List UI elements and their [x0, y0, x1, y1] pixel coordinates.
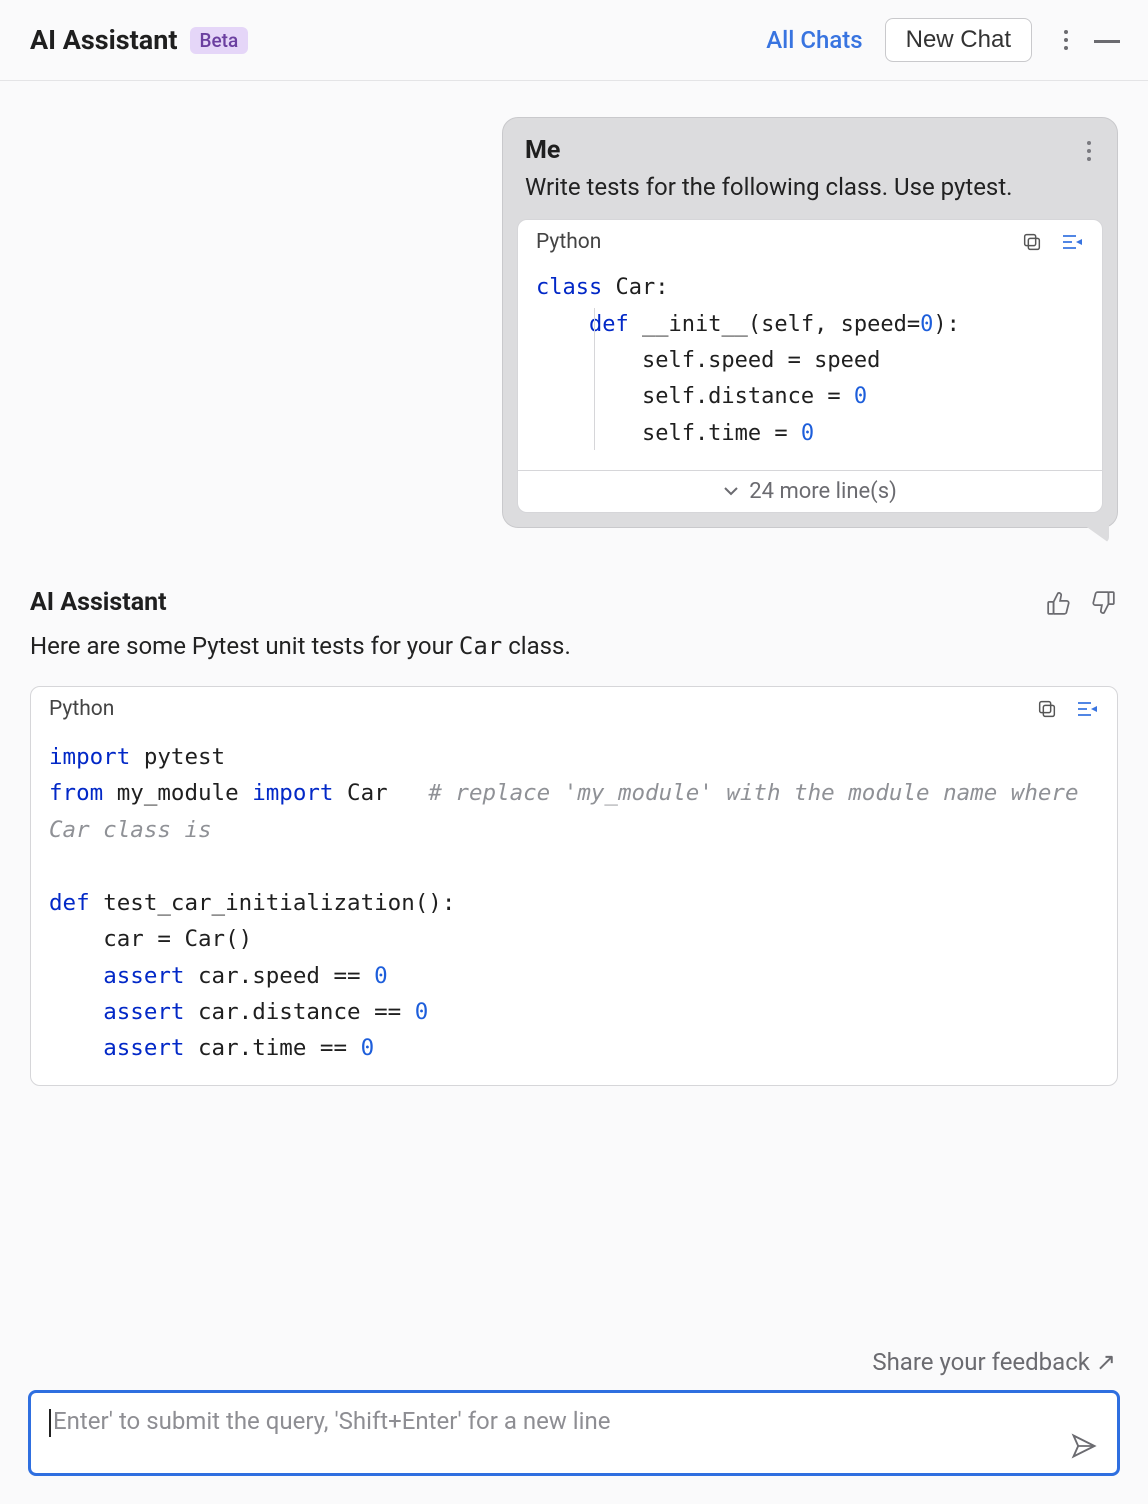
- assistant-sender-label: AI Assistant: [30, 588, 167, 617]
- beta-badge: Beta: [190, 27, 249, 54]
- share-feedback-link[interactable]: Share your feedback ↗: [28, 1334, 1120, 1390]
- input-placeholder: Enter' to submit the query, 'Shift+Enter…: [53, 1407, 610, 1435]
- assistant-message: AI Assistant Here are some Pytest unit t…: [30, 588, 1118, 1086]
- insert-icon[interactable]: [1060, 230, 1084, 254]
- insert-icon[interactable]: [1075, 697, 1099, 721]
- message-kebab-icon[interactable]: [1083, 137, 1095, 165]
- app-title: AI Assistant: [30, 24, 178, 56]
- all-chats-link[interactable]: All Chats: [766, 26, 862, 54]
- expand-code-button[interactable]: 24 more line(s): [518, 470, 1102, 512]
- code-block: Python import pytest from my_module impo…: [30, 686, 1118, 1086]
- code-content: import pytest from my_module import Car …: [31, 731, 1117, 1085]
- thumbs-down-icon[interactable]: [1088, 588, 1118, 618]
- minimize-icon[interactable]: [1094, 40, 1120, 43]
- code-block: Python class Car: def __init__(self, spe…: [517, 219, 1103, 512]
- code-content: class Car: def __init__(self, speed=0): …: [518, 264, 1102, 469]
- header: AI Assistant Beta All Chats New Chat: [0, 0, 1148, 81]
- user-message: Me Write tests for the following class. …: [502, 117, 1118, 528]
- chevron-down-icon: [723, 486, 739, 496]
- copy-icon[interactable]: [1020, 230, 1044, 254]
- kebab-icon[interactable]: [1058, 24, 1074, 56]
- code-language-label: Python: [49, 697, 114, 721]
- more-lines-label: 24 more line(s): [749, 479, 896, 504]
- code-language-label: Python: [536, 230, 601, 254]
- assistant-message-text: Here are some Pytest unit tests for your…: [30, 632, 1118, 660]
- chat-area: Me Write tests for the following class. …: [0, 81, 1148, 1335]
- sender-label: Me: [525, 136, 560, 165]
- footer: Share your feedback ↗ Enter' to submit t…: [0, 1334, 1148, 1504]
- send-icon[interactable]: [1069, 1431, 1099, 1461]
- user-message-text: Write tests for the following class. Use…: [503, 171, 1117, 219]
- chat-input[interactable]: Enter' to submit the query, 'Shift+Enter…: [28, 1390, 1120, 1476]
- copy-icon[interactable]: [1035, 697, 1059, 721]
- thumbs-up-icon[interactable]: [1044, 588, 1074, 618]
- new-chat-button[interactable]: New Chat: [885, 18, 1032, 62]
